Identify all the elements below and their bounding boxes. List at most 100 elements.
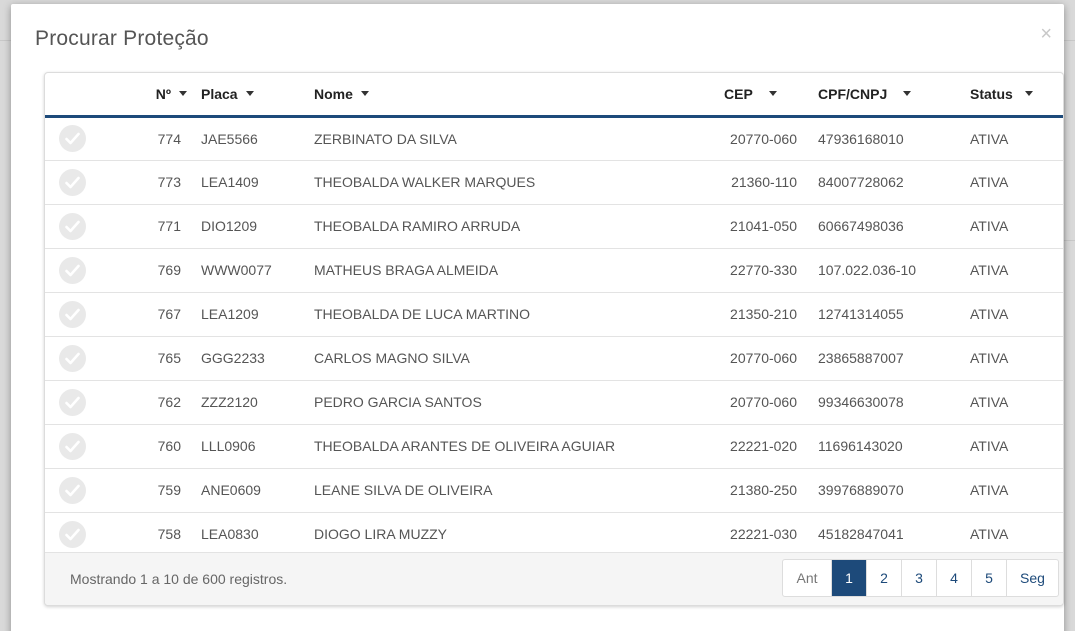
cell-number: 771 [115, 204, 201, 249]
cell-cpf-cnpj: 60667498036 [803, 204, 955, 249]
check-circle-icon[interactable] [59, 300, 86, 328]
table-row[interactable]: 767 LEA1209 THEOBALDA DE LUCA MARTINO 21350… [45, 292, 1063, 337]
cell-status: ATIVA [955, 204, 1063, 249]
pagination-page-3[interactable]: 3 [901, 560, 936, 596]
column-header-name[interactable]: Nome [314, 73, 716, 118]
cell-number: 759 [115, 468, 201, 513]
column-header-plate[interactable]: Placa [201, 73, 314, 118]
cell-cpf-cnpj: 12741314055 [803, 292, 955, 337]
cell-cep: 22221-020 [716, 424, 803, 469]
cell-plate: ZZZ2120 [201, 380, 314, 425]
pagination-page-4[interactable]: 4 [936, 560, 971, 596]
table-row[interactable]: 769 WWW0077 MATHEUS BRAGA ALMEIDA 22770-330… [45, 248, 1063, 293]
table-row[interactable]: 760 LLL0906 THEOBALDA ARANTES DE OLIVEIRA … [45, 424, 1063, 469]
pagination-page-1[interactable]: 1 [831, 560, 866, 596]
check-circle-icon[interactable] [59, 476, 86, 504]
table-row[interactable]: 765 GGG2233 CARLOS MAGNO SILVA 20770-060 238… [45, 336, 1063, 381]
pagination-page-2[interactable]: 2 [866, 560, 901, 596]
table-row[interactable]: 759 ANE0609 LEANE SILVA DE OLIVEIRA 21380-2… [45, 468, 1063, 513]
cell-cep: 20770-060 [716, 380, 803, 425]
cell-cpf-cnpj: 45182847041 [803, 512, 955, 557]
row-select-cell [45, 248, 115, 293]
cell-name: ZERBINATO DA SILVA [314, 116, 716, 161]
cell-plate: ANE0609 [201, 468, 314, 513]
column-header-status[interactable]: Status [955, 73, 1063, 118]
column-header-label: Placa [201, 85, 238, 102]
column-header-label: Nome [314, 85, 353, 102]
cell-cep: 20770-060 [716, 336, 803, 381]
cell-cpf-cnpj: 84007728062 [803, 160, 955, 205]
cell-status: ATIVA [955, 116, 1063, 161]
cell-name: THEOBALDA WALKER MARQUES [314, 160, 716, 205]
row-select-cell [45, 336, 115, 381]
table-row[interactable]: 758 LEA0830 DIOGO LIRA MUZZY 22221-030 45182… [45, 512, 1063, 557]
column-header-cpf-cnpj[interactable]: CPF/CNPJ [803, 73, 955, 118]
records-info: Mostrando 1 a 10 de 600 registros. [70, 571, 288, 587]
cell-status: ATIVA [955, 292, 1063, 337]
row-select-cell [45, 160, 115, 205]
cell-status: ATIVA [955, 424, 1063, 469]
cell-cpf-cnpj: 23865887007 [803, 336, 955, 381]
caret-down-icon [360, 90, 369, 96]
cell-plate: LEA0830 [201, 512, 314, 557]
cell-plate: DIO1209 [201, 204, 314, 249]
cell-plate: LEA1409 [201, 160, 314, 205]
cell-plate: LLL0906 [201, 424, 314, 469]
cell-cpf-cnpj: 107.022.036-10 [803, 248, 955, 293]
table-row[interactable]: 771 DIO1209 THEOBALDA RAMIRO ARRUDA 21041-0… [45, 204, 1063, 249]
cell-number: 765 [115, 336, 201, 381]
check-circle-icon[interactable] [59, 344, 86, 372]
check-circle-icon[interactable] [59, 212, 86, 240]
cell-cpf-cnpj: 99346630078 [803, 380, 955, 425]
search-protection-modal: Procurar Proteção × Nº Placa Nome CEP CP… [11, 4, 1064, 631]
column-header-number[interactable]: Nº [115, 73, 201, 118]
cell-cep: 20770-060 [716, 116, 803, 161]
cell-name: PEDRO GARCIA SANTOS [314, 380, 716, 425]
cell-cpf-cnpj: 11696143020 [803, 424, 955, 469]
modal-title: Procurar Proteção [35, 27, 209, 50]
cell-number: 767 [115, 292, 201, 337]
check-circle-icon[interactable] [59, 256, 86, 284]
cell-cep: 21380-250 [716, 468, 803, 513]
row-select-cell [45, 380, 115, 425]
column-header-label: Nº [155, 85, 171, 102]
column-header-label: CEP [724, 85, 753, 102]
cell-name: LEANE SILVA DE OLIVEIRA [314, 468, 716, 513]
pagination-page-5[interactable]: 5 [971, 560, 1006, 596]
cell-status: ATIVA [955, 160, 1063, 205]
cell-plate: GGG2233 [201, 336, 314, 381]
cell-cep: 22221-030 [716, 512, 803, 557]
pagination-prev-button[interactable]: Ant [783, 560, 831, 596]
column-header-cep[interactable]: CEP [716, 73, 803, 118]
caret-down-icon [1024, 90, 1033, 96]
cell-number: 758 [115, 512, 201, 557]
check-circle-icon[interactable] [59, 168, 86, 196]
table-row[interactable]: 774 JAE5566 ZERBINATO DA SILVA 20770-060 479… [45, 116, 1063, 161]
table-row[interactable]: 762 ZZZ2120 PEDRO GARCIA SANTOS 20770-060 99… [45, 380, 1063, 425]
check-circle-icon[interactable] [59, 432, 86, 460]
pagination-next-button[interactable]: Seg [1006, 560, 1058, 596]
cell-number: 773 [115, 160, 201, 205]
column-header-label: Status [970, 85, 1013, 102]
row-select-cell [45, 424, 115, 469]
table-row[interactable]: 773 LEA1409 THEOBALDA WALKER MARQUES 21360-… [45, 160, 1063, 205]
check-circle-icon[interactable] [59, 388, 86, 416]
row-select-cell [45, 116, 115, 161]
cell-cpf-cnpj: 39976889070 [803, 468, 955, 513]
cell-status: ATIVA [955, 380, 1063, 425]
row-select-cell [45, 292, 115, 337]
cell-number: 774 [115, 116, 201, 161]
row-select-cell [45, 468, 115, 513]
caret-down-icon [768, 90, 777, 96]
cell-plate: WWW0077 [201, 248, 314, 293]
check-circle-icon[interactable] [59, 125, 86, 152]
caret-down-icon [179, 90, 187, 96]
cell-number: 762 [115, 380, 201, 425]
results-table-card: Nº Placa Nome CEP CPF/CNPJ Status 774 JAE… [44, 72, 1064, 606]
cell-name: THEOBALDA ARANTES DE OLIVEIRA AGUIAR [314, 424, 716, 469]
close-icon[interactable]: × [1040, 24, 1052, 44]
check-circle-icon[interactable] [59, 520, 86, 548]
cell-cep: 21041-050 [716, 204, 803, 249]
caret-down-icon [245, 90, 254, 96]
cell-number: 760 [115, 424, 201, 469]
